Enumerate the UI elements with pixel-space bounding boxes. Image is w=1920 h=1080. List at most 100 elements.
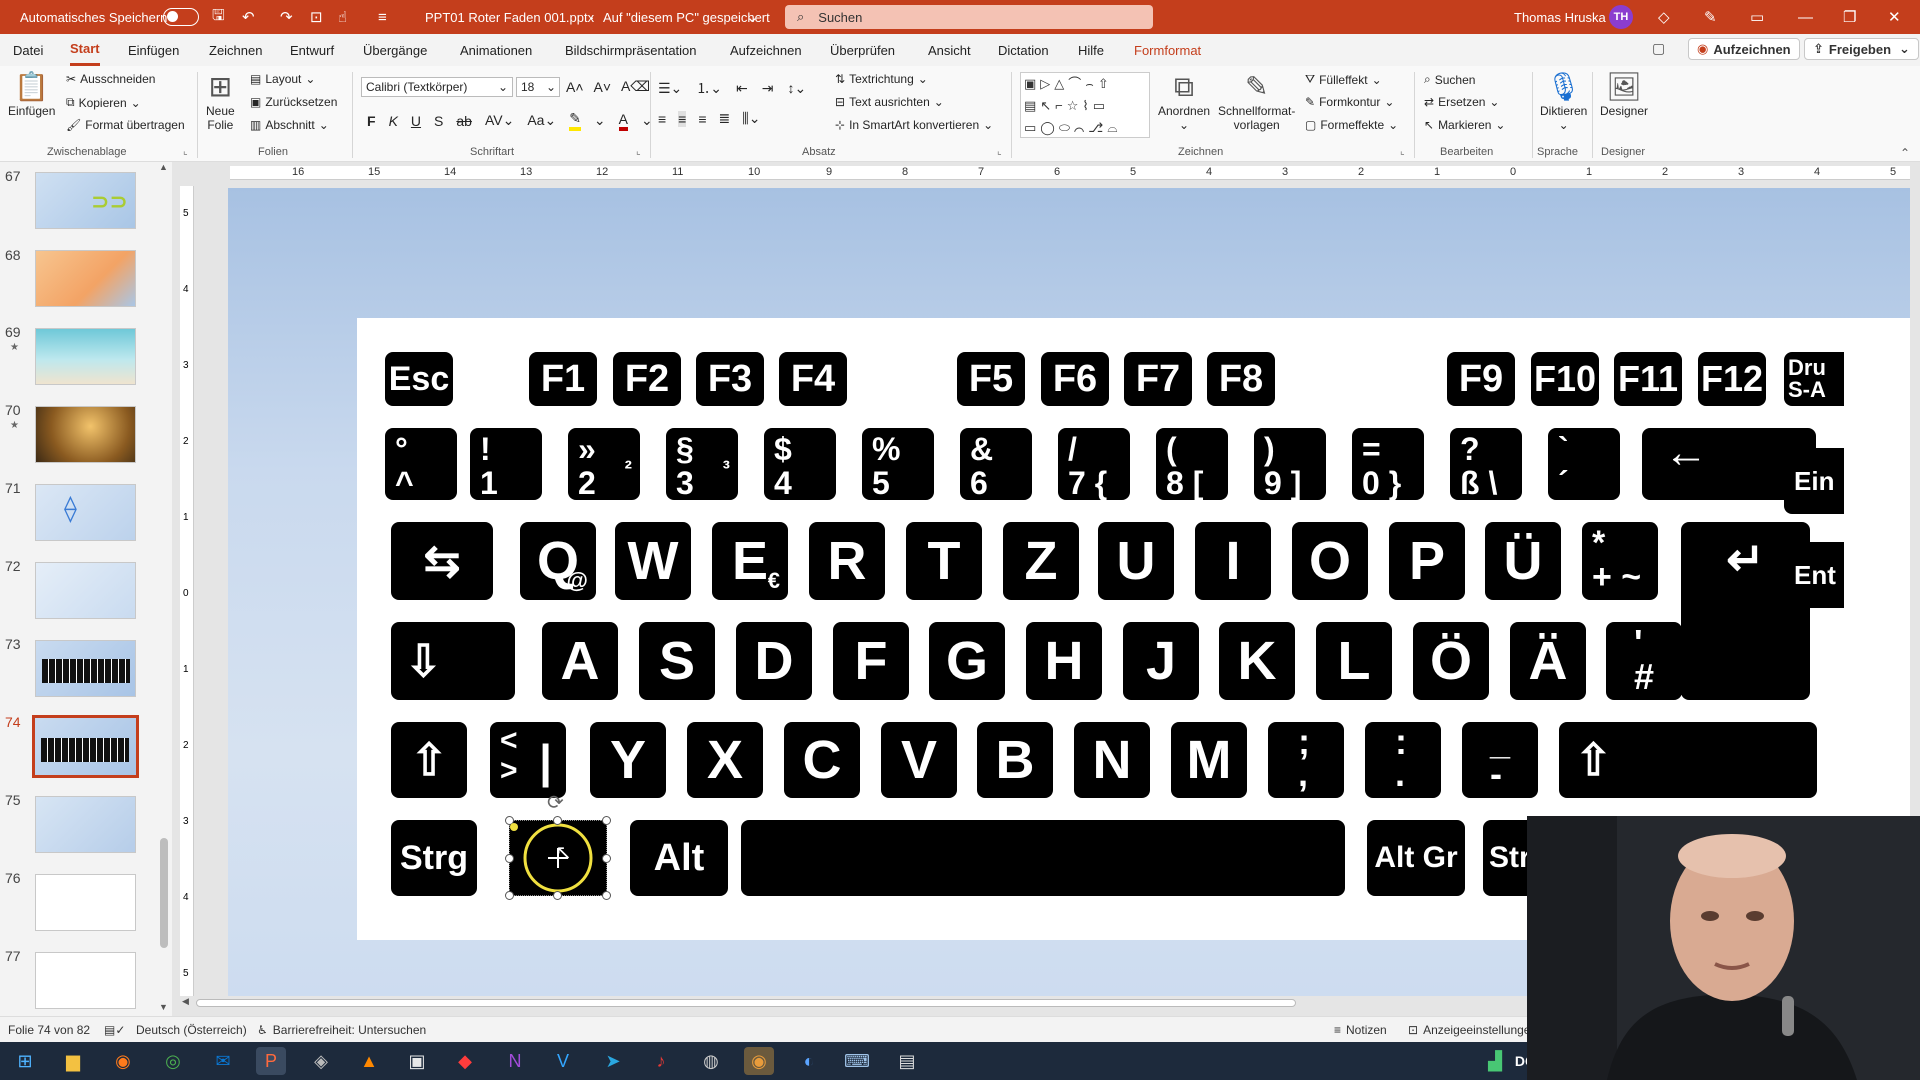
app-icon[interactable]: ◆ xyxy=(450,1047,480,1075)
new-slide-button[interactable]: ⊞ Neue Folie xyxy=(206,70,235,132)
key-k[interactable]: K xyxy=(1219,622,1295,700)
recording-app-icon[interactable]: ◉ xyxy=(744,1047,774,1075)
align-left-icon[interactable]: ≡ xyxy=(658,111,666,127)
dialog-launcher-icon[interactable]: ⌞ xyxy=(183,146,188,157)
resize-handle[interactable] xyxy=(505,891,514,900)
key-l[interactable]: L xyxy=(1316,622,1392,700)
key-b[interactable]: B xyxy=(977,722,1053,798)
slide-thumbnail-74[interactable] xyxy=(32,715,139,778)
slide-thumbnail-73[interactable] xyxy=(35,640,136,697)
char-spacing-icon[interactable]: AV⌄ xyxy=(485,112,514,129)
key-n[interactable]: N xyxy=(1074,722,1150,798)
key-space[interactable] xyxy=(741,820,1345,896)
tab-formformat[interactable]: Formformat xyxy=(1134,34,1201,66)
key-accent[interactable]: ` ´ xyxy=(1548,428,1620,500)
key-capslock[interactable]: ⇩ xyxy=(391,622,515,700)
tab-datei[interactable]: Datei xyxy=(13,34,43,66)
app-icon[interactable]: ◈ xyxy=(306,1047,336,1075)
resize-handle[interactable] xyxy=(505,854,514,863)
key-ctrl[interactable]: Strg xyxy=(391,820,477,896)
key-print-screen[interactable]: Dru S-A xyxy=(1784,352,1844,406)
key-minus[interactable]: _ - xyxy=(1462,722,1538,798)
tab-animationen[interactable]: Animationen xyxy=(460,34,532,66)
scroll-left-icon[interactable]: ◀ xyxy=(182,996,189,1007)
slide-counter[interactable]: Folie 74 von 82 xyxy=(8,1017,90,1043)
key-c[interactable]: C xyxy=(784,722,860,798)
key-3[interactable]: § 3 ³ xyxy=(666,428,738,500)
key-x[interactable]: X xyxy=(687,722,763,798)
resize-handle[interactable] xyxy=(553,891,562,900)
key-shift-right[interactable]: ⇧ xyxy=(1559,722,1817,798)
app-icon[interactable]: ▤ xyxy=(892,1047,922,1075)
app-icon[interactable]: ⌨ xyxy=(842,1047,872,1075)
key-shift-left[interactable]: ⇧ xyxy=(391,722,467,798)
key-comma[interactable]: ;, xyxy=(1268,722,1344,798)
autosave-toggle[interactable] xyxy=(163,0,199,34)
key-less-than[interactable]: < > | xyxy=(490,722,566,798)
dialog-launcher-icon[interactable]: ⌞ xyxy=(997,146,1002,157)
key-t[interactable]: T xyxy=(906,522,982,600)
underline-icon[interactable]: U xyxy=(411,113,421,129)
tab-ueberpruefen[interactable]: Überprüfen xyxy=(830,34,895,66)
slide-thumbnail-67[interactable]: ⊃⊃ xyxy=(35,172,136,229)
accessibility-button[interactable]: ♿ Barrierefreiheit: Untersuchen xyxy=(257,1017,426,1043)
close-icon[interactable]: ✕ xyxy=(1888,0,1901,34)
align-center-icon[interactable]: ≡ xyxy=(678,110,687,127)
key-f11[interactable]: F11 xyxy=(1614,352,1682,406)
tab-ansicht[interactable]: Ansicht xyxy=(928,34,971,66)
key-f10[interactable]: F10 xyxy=(1531,352,1599,406)
customize-toolbar-icon[interactable]: ≡ xyxy=(378,0,387,34)
save-icon[interactable]: 🖫 xyxy=(212,0,225,34)
shape-outline-button[interactable]: ✎ Formkontur ⌄ xyxy=(1305,95,1394,109)
spellcheck-icon[interactable]: ▤✓ xyxy=(104,1017,125,1043)
line-spacing-icon[interactable]: ↕⌄ xyxy=(787,80,806,97)
resize-handle[interactable] xyxy=(553,816,562,825)
change-case-icon[interactable]: Aa⌄ xyxy=(527,112,556,129)
designer-button[interactable]: 🖼 Designer xyxy=(1600,70,1648,118)
key-f12[interactable]: F12 xyxy=(1698,352,1766,406)
key-f9[interactable]: F9 xyxy=(1447,352,1515,406)
layout-button[interactable]: ▤ Layout ⌄ xyxy=(250,72,315,86)
slide-thumbnail-77[interactable] xyxy=(35,952,136,1009)
tab-uebergaenge[interactable]: Übergänge xyxy=(363,34,427,66)
key-o[interactable]: O xyxy=(1292,522,1368,600)
key-8[interactable]: (8 [ xyxy=(1156,428,1228,500)
pen-icon[interactable]: ✎ xyxy=(1704,0,1717,34)
columns-icon[interactable]: ⫼⌄ xyxy=(742,110,760,127)
align-text-button[interactable]: ⊟ Text ausrichten ⌄ xyxy=(835,95,944,109)
comments-icon[interactable]: ▢ xyxy=(1652,40,1665,57)
key-f2[interactable]: F2 xyxy=(613,352,681,406)
onenote-icon[interactable]: N xyxy=(500,1047,530,1075)
key-p[interactable]: P xyxy=(1389,522,1465,600)
font-size-select[interactable]: 18 ⌄ xyxy=(516,77,560,97)
search-input[interactable]: ⌕ Suchen xyxy=(785,5,1153,29)
key-f8[interactable]: F8 xyxy=(1207,352,1275,406)
slide-thumbnail-75[interactable] xyxy=(35,796,136,853)
key-alt[interactable]: Alt xyxy=(630,820,728,896)
copy-button[interactable]: ⧉ Kopieren ⌄ xyxy=(66,95,141,110)
key-0[interactable]: = 0 } xyxy=(1352,428,1424,500)
key-7[interactable]: /7 { xyxy=(1058,428,1130,500)
strikethrough-icon[interactable]: ab xyxy=(456,113,472,129)
key-5[interactable]: % 5 xyxy=(862,428,934,500)
notes-button[interactable]: ≡ Notizen xyxy=(1334,1017,1387,1043)
slide-thumbnail-68[interactable] xyxy=(35,250,136,307)
key-g[interactable]: G xyxy=(929,622,1005,700)
smartart-button[interactable]: ⊹ In SmartArt konvertieren ⌄ xyxy=(835,118,993,132)
app-v-icon[interactable]: V xyxy=(548,1047,578,1075)
key-alt-gr[interactable]: Alt Gr xyxy=(1367,820,1465,896)
tab-aufzeichnen[interactable]: Aufzeichnen xyxy=(730,34,802,66)
firefox-icon[interactable]: ◉ xyxy=(108,1047,138,1075)
key-6[interactable]: & 6 xyxy=(960,428,1032,500)
tab-dictation[interactable]: Dictation xyxy=(998,34,1049,66)
stock-chart-icon[interactable]: ▟ xyxy=(1480,1047,1510,1075)
replace-button[interactable]: ⇄ Ersetzen ⌄ xyxy=(1424,95,1499,109)
obs-icon[interactable]: ◍ xyxy=(696,1047,726,1075)
key-f5[interactable]: F5 xyxy=(957,352,1025,406)
scroll-down-icon[interactable]: ▼ xyxy=(159,1002,168,1012)
bold-icon[interactable]: F xyxy=(367,113,376,129)
app-icon[interactable]: ▣ xyxy=(402,1047,432,1075)
text-direction-button[interactable]: ⇅ Textrichtung ⌄ xyxy=(835,72,928,86)
cut-button[interactable]: ✂ Ausschneiden xyxy=(66,72,155,86)
chrome-icon[interactable]: ◎ xyxy=(158,1047,188,1075)
